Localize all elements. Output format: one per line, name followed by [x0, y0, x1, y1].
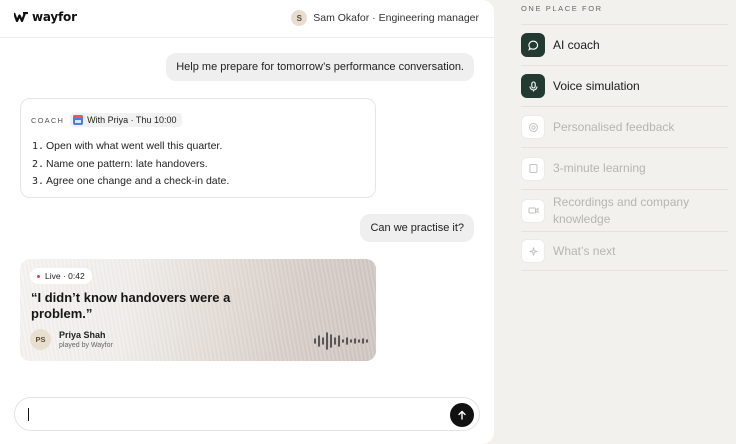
- step-text: Name one pattern: late handovers.: [46, 157, 208, 170]
- feature-personalised-feedback[interactable]: Personalised feedback: [521, 106, 728, 147]
- sparkle-icon: [521, 239, 545, 263]
- message-composer[interactable]: [14, 397, 480, 431]
- step-text: Agree one change and a check-in date.: [46, 175, 230, 187]
- video-icon: [521, 198, 545, 223]
- persona-subtitle: played by Wayfor: [59, 342, 113, 349]
- feature-label: What’s next: [553, 243, 616, 258]
- chat-bubble-icon: [521, 33, 545, 57]
- waveform-icon: [314, 332, 368, 350]
- avatar: S: [291, 10, 308, 26]
- calendar-icon: [73, 115, 84, 125]
- microphone-icon: [521, 74, 545, 98]
- persona-quote: “I didn’t know handovers were a problem.…: [31, 290, 231, 321]
- step-number: 2.: [32, 158, 45, 170]
- list-item: 3. Agree one change and a check-in date.: [32, 173, 229, 191]
- avatar: PS: [30, 329, 51, 350]
- persona-info: PS Priya Shah played by Wayfor: [30, 329, 113, 350]
- top-bar: wayfor S Sam Okafor · Engineering manage…: [0, 0, 494, 38]
- live-dot-icon: [37, 274, 40, 278]
- text-caret: [28, 408, 29, 421]
- feature-3-minute-learning[interactable]: 3-minute learning: [521, 147, 728, 189]
- voice-simulation-card[interactable]: Live · 0:42 “I didn’t know handovers wer…: [20, 259, 376, 361]
- send-button[interactable]: [450, 403, 474, 427]
- wayfor-logo-icon: [14, 12, 28, 22]
- chat-panel: wayfor S Sam Okafor · Engineering manage…: [0, 0, 494, 444]
- step-number: 3.: [32, 176, 45, 187]
- feature-whats-next[interactable]: What’s next: [521, 231, 728, 271]
- coach-label: COACH: [31, 115, 65, 125]
- feature-recordings-knowledge[interactable]: Recordings and company knowledge: [521, 189, 728, 231]
- user-label: Sam Okafor · Engineering manager: [313, 12, 479, 24]
- coach-header: COACH With Priya · Thu 10:00: [31, 113, 183, 127]
- user-message: Help me prepare for tomorrow’s performan…: [166, 53, 474, 81]
- arrow-up-icon: [458, 410, 466, 420]
- feature-label: Personalised feedback: [553, 119, 675, 134]
- feature-label: Recordings and company knowledge: [553, 194, 690, 226]
- brand-name: wayfor: [32, 10, 77, 24]
- step-text: Open with what went well this quarter.: [46, 140, 223, 152]
- target-icon: [521, 115, 545, 139]
- user-message: Can we practise it?: [360, 214, 474, 242]
- user-menu[interactable]: S Sam Okafor · Engineering manager: [291, 10, 479, 26]
- panel-title: ONE PLACE FOR: [521, 4, 603, 13]
- meeting-pill[interactable]: With Priya · Thu 10:00: [70, 113, 183, 127]
- persona-name: Priya Shah: [59, 330, 106, 340]
- feature-label: 3-minute learning: [553, 161, 646, 175]
- list-item: 2. Name one pattern: late handovers.: [32, 156, 229, 174]
- feature-voice-simulation[interactable]: Voice simulation: [521, 65, 728, 106]
- meeting-label: With Priya · Thu 10:00: [87, 115, 177, 125]
- brand-logo[interactable]: wayfor: [14, 10, 77, 24]
- coach-steps: 1. Open with what went well this quarter.…: [32, 138, 229, 191]
- step-number: 1.: [32, 141, 45, 152]
- live-status-badge: Live · 0:42: [30, 268, 92, 284]
- list-item: 1. Open with what went well this quarter.: [32, 138, 229, 156]
- card-icon: [521, 156, 545, 181]
- coach-card: COACH With Priya · Thu 10:00 1. Open with…: [20, 98, 376, 198]
- feature-label: Voice simulation: [553, 78, 640, 93]
- feature-label: AI coach: [553, 37, 600, 52]
- feature-ai-coach[interactable]: AI coach: [521, 24, 728, 65]
- live-status-text: Live · 0:42: [45, 271, 85, 281]
